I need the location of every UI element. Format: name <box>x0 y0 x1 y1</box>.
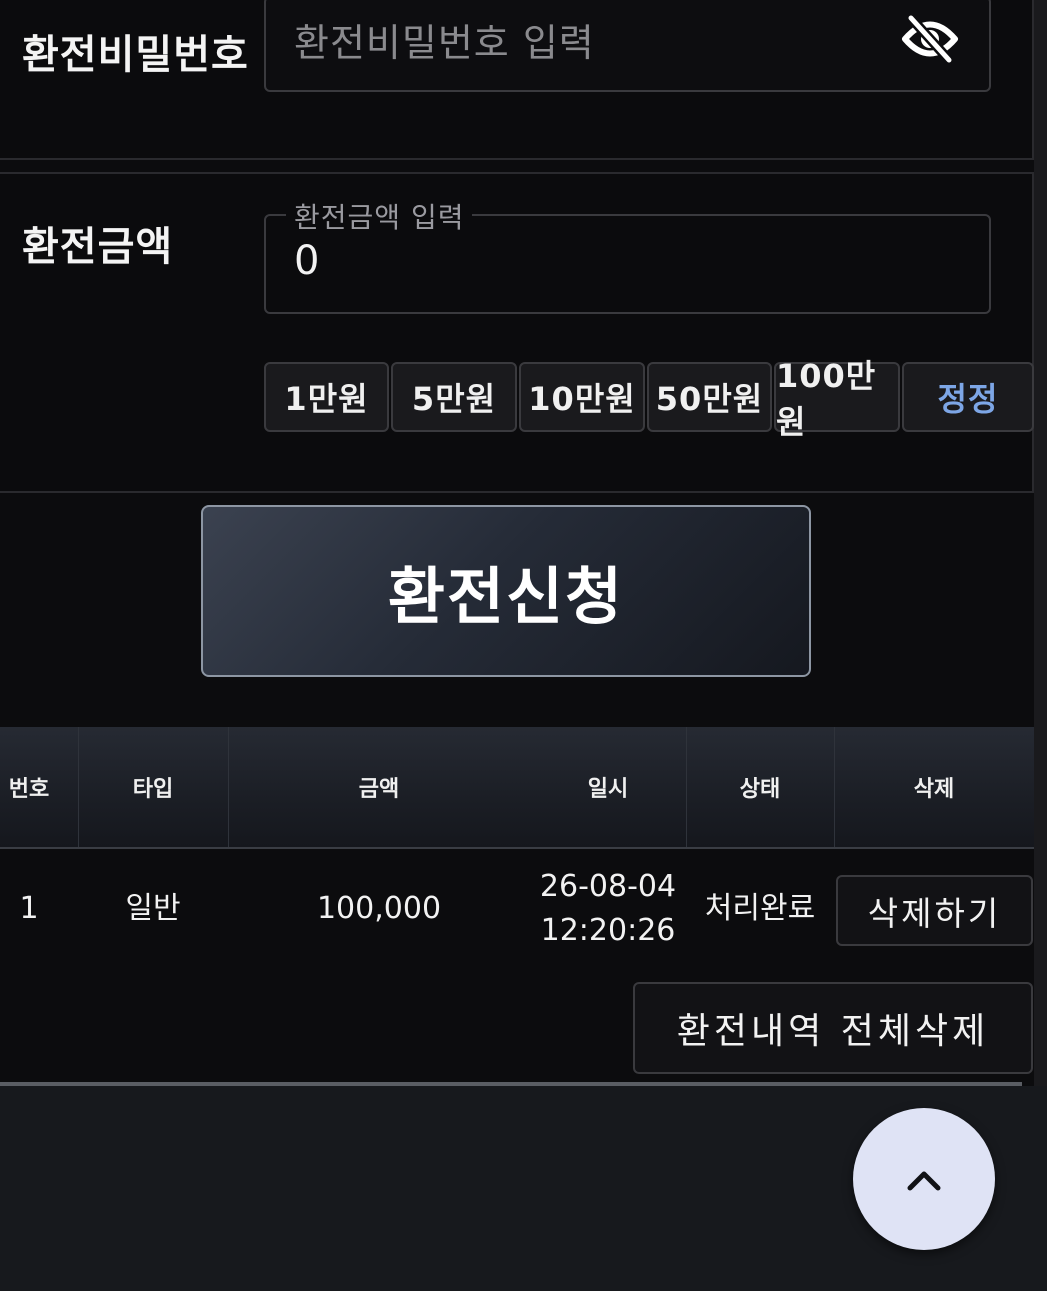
cell-datetime: 26-08-04 12:20:26 <box>530 849 686 969</box>
scrollbar-track[interactable] <box>1034 0 1047 1086</box>
delete-row-button[interactable]: 삭제하기 <box>836 875 1033 946</box>
cell-date: 26-08-04 <box>539 869 677 904</box>
password-label: 환전비밀번호 <box>22 32 249 78</box>
amount-input[interactable]: 환전금액 입력 0 <box>264 196 991 314</box>
table-row: 1 일반 100,000 26-08-04 12:20:26 처리완료 삭제하기 <box>0 849 1034 969</box>
header-amount: 금액 <box>358 777 400 802</box>
password-placeholder: 환전비밀번호 입력 <box>294 21 595 65</box>
cell-number: 1 <box>19 891 39 926</box>
header-number: 번호 <box>8 777 50 802</box>
chip-50000-button[interactable]: 5만원 <box>391 362 517 432</box>
amount-section: 환전금액 환전금액 입력 0 1만원 5만원 10만원 50만원 100만원 정… <box>0 172 1034 493</box>
cell-type: 일반 <box>125 891 181 926</box>
chip-100000-button[interactable]: 10만원 <box>519 362 645 432</box>
cell-time: 12:20:26 <box>540 913 676 948</box>
reset-button[interactable]: 정정 <box>902 362 1034 432</box>
header-delete: 삭제 <box>913 777 955 802</box>
chip-500000-button[interactable]: 50만원 <box>647 362 772 432</box>
cell-amount: 100,000 <box>316 891 442 926</box>
withdraw-history-table: 번호 타입 금액 일시 상태 삭제 1 일반 100,000 26-08-04 … <box>0 727 1034 969</box>
amount-label: 환전금액 <box>22 224 174 270</box>
chevron-up-icon <box>907 1171 941 1191</box>
submit-withdraw-button[interactable]: 환전신청 <box>201 505 811 677</box>
chip-1000000-button[interactable]: 100만원 <box>774 357 900 441</box>
chip-10000-button[interactable]: 1만원 <box>264 362 389 432</box>
header-datetime: 일시 <box>587 777 629 802</box>
amount-chip-group: 1만원 5만원 10만원 50만원 100만원 정정 <box>264 357 1034 441</box>
eye-off-icon[interactable] <box>901 14 959 64</box>
header-status: 상태 <box>739 777 781 802</box>
header-type: 타입 <box>132 777 174 802</box>
table-header: 번호 타입 금액 일시 상태 삭제 <box>0 727 1034 849</box>
withdraw-page: 환전비밀번호 환전비밀번호 입력 환전금액 환전금액 입력 0 1만원 5만원 … <box>0 0 1047 1291</box>
amount-input-value: 0 <box>294 238 320 284</box>
delete-all-history-button[interactable]: 환전내역 전체삭제 <box>633 982 1033 1074</box>
password-input[interactable]: 환전비밀번호 입력 <box>264 0 991 92</box>
password-section: 환전비밀번호 환전비밀번호 입력 <box>0 0 1034 160</box>
amount-input-legend: 환전금액 입력 <box>286 196 473 236</box>
cell-status: 처리완료 <box>704 891 816 926</box>
scroll-to-top-button[interactable] <box>853 1108 995 1250</box>
